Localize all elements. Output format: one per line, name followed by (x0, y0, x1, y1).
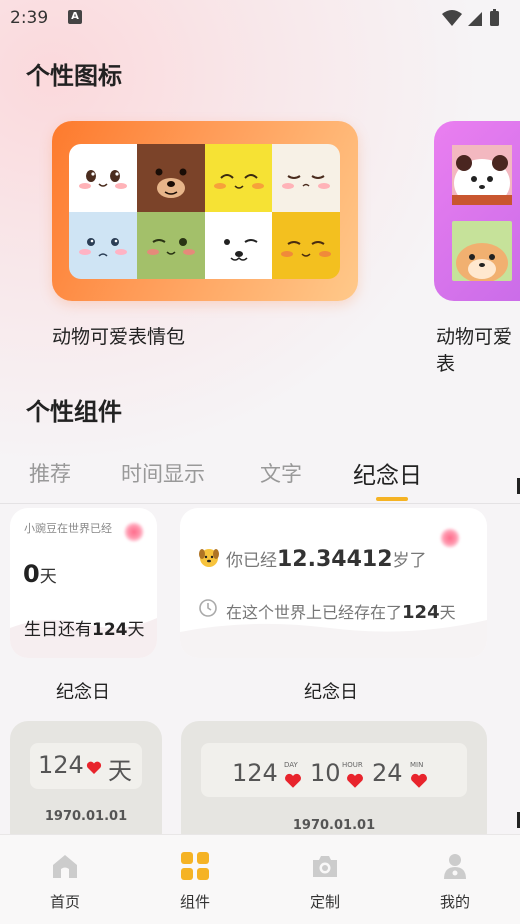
birthday-number: 124 (92, 620, 128, 640)
days-counter-box: 124 天 (30, 743, 142, 789)
days-unit: 天 (39, 567, 57, 587)
life-suffix: 天 (439, 603, 456, 622)
days-number: 0 (23, 560, 40, 588)
anniversary-widget-wide[interactable]: 你已经12.34412岁了 在这个世界上已经存在了124天 (180, 508, 487, 658)
status-time: 2:39 (10, 8, 49, 28)
anniversary-widget-small[interactable]: 小豌豆在世界已经 0天 生日还有124天 (10, 508, 157, 658)
age-value: 12.34412 (277, 547, 393, 572)
life-line: 在这个世界上已经存在了124天 (226, 599, 456, 623)
nav-label-profile: 我的 (439, 893, 470, 911)
countdown-date: 1970.01.01 (292, 818, 376, 833)
widgets-section-title: 个性组件 (26, 398, 122, 426)
nav-item-home[interactable]: 首页 (0, 835, 130, 924)
age-suffix: 岁了 (392, 551, 427, 571)
widget-tabs: 推荐 时间显示 文字 纪念日 (0, 448, 520, 504)
icon-pack-card[interactable] (52, 121, 358, 301)
birthday-unit: 天 (127, 620, 145, 640)
face-white-icon (69, 144, 137, 212)
face-green-icon (136, 211, 205, 279)
widget-caption: 纪念日 (56, 682, 110, 703)
widgets-icon (181, 852, 209, 880)
life-prefix: 在这个世界上已经存在了 (226, 603, 403, 622)
heart-icon (411, 773, 427, 788)
glow-dot (124, 522, 144, 542)
face-blue-icon (69, 211, 137, 279)
countdown-widget[interactable]: 124 DAY 10 HOUR 24 MIN 1970.01.01 (181, 721, 487, 851)
counter-days: 124 (38, 751, 84, 779)
dog-emoji-icon (199, 549, 219, 567)
age-line: 你已经12.34412岁了 (226, 546, 427, 572)
tab-anniversary[interactable]: 纪念日 (353, 456, 422, 490)
age-prefix: 你已经 (226, 551, 277, 571)
counter-unit: 天 (108, 757, 132, 785)
countdown-hour-value: 10 (310, 759, 341, 787)
seal-face-icon (204, 211, 273, 279)
bottom-nav: 首页 组件 定制 我的 (0, 834, 520, 924)
glow-dot (440, 528, 460, 548)
countdown-min-value: 24 (372, 759, 403, 787)
countdown-day-label: DAY (284, 761, 298, 769)
icons-section-title: 个性图标 (26, 62, 122, 90)
face-cream-icon (272, 144, 340, 212)
icon-pack-caption: 动物可爱表情包 (52, 326, 186, 348)
tab-time-display[interactable]: 时间显示 (121, 458, 205, 488)
nav-label-widgets: 组件 (179, 893, 210, 911)
birthday-prefix: 生日还有 (24, 620, 92, 640)
camera-icon (313, 856, 337, 877)
counter-date: 1970.01.01 (44, 809, 128, 824)
bear-face-icon (136, 144, 205, 212)
wifi-icon (442, 10, 462, 26)
panda-face-icon (452, 145, 512, 207)
tab-recommend[interactable]: 推荐 (29, 458, 71, 488)
days-count: 0天 (23, 560, 57, 588)
profile-icon (444, 854, 466, 879)
widget-caption-2: 纪念日 (304, 682, 358, 703)
notification-icon: A (68, 10, 82, 24)
hamster-face-icon (452, 221, 512, 283)
heart-icon (347, 773, 363, 788)
chick-face-icon (204, 144, 273, 212)
heart-icon (285, 773, 301, 788)
face-gold-icon (272, 211, 340, 279)
countdown-min-label: MIN (410, 761, 424, 769)
tab-text[interactable]: 文字 (260, 458, 302, 488)
nav-item-profile[interactable]: 我的 (390, 835, 520, 924)
signal-icon (468, 12, 482, 26)
status-bar: 2:39 A (0, 0, 520, 36)
birthday-countdown: 生日还有124天 (24, 615, 145, 640)
countdown-day-value: 124 (232, 759, 278, 787)
icon-pack-card-2[interactable] (434, 121, 520, 301)
icon-pack-preview (69, 144, 340, 279)
countdown-box: 124 DAY 10 HOUR 24 MIN (201, 743, 467, 797)
nav-item-customize[interactable]: 定制 (260, 835, 390, 924)
icon-pack-caption-2: 动物可爱表 (436, 326, 513, 375)
nav-item-widgets[interactable]: 组件 (130, 835, 260, 924)
heart-icon (86, 761, 102, 774)
home-icon (53, 855, 77, 878)
life-value: 124 (402, 602, 440, 623)
nav-label-home: 首页 (49, 893, 80, 911)
status-icons (442, 9, 499, 26)
clock-icon (199, 599, 217, 617)
widget-header: 小豌豆在世界已经 (24, 522, 112, 535)
countdown-hour-label: HOUR (342, 761, 363, 769)
days-counter-widget[interactable]: 124 天 1970.01.01 (10, 721, 162, 851)
active-tab-indicator (376, 497, 408, 501)
nav-label-customize: 定制 (309, 893, 340, 911)
battery-icon (490, 11, 499, 26)
